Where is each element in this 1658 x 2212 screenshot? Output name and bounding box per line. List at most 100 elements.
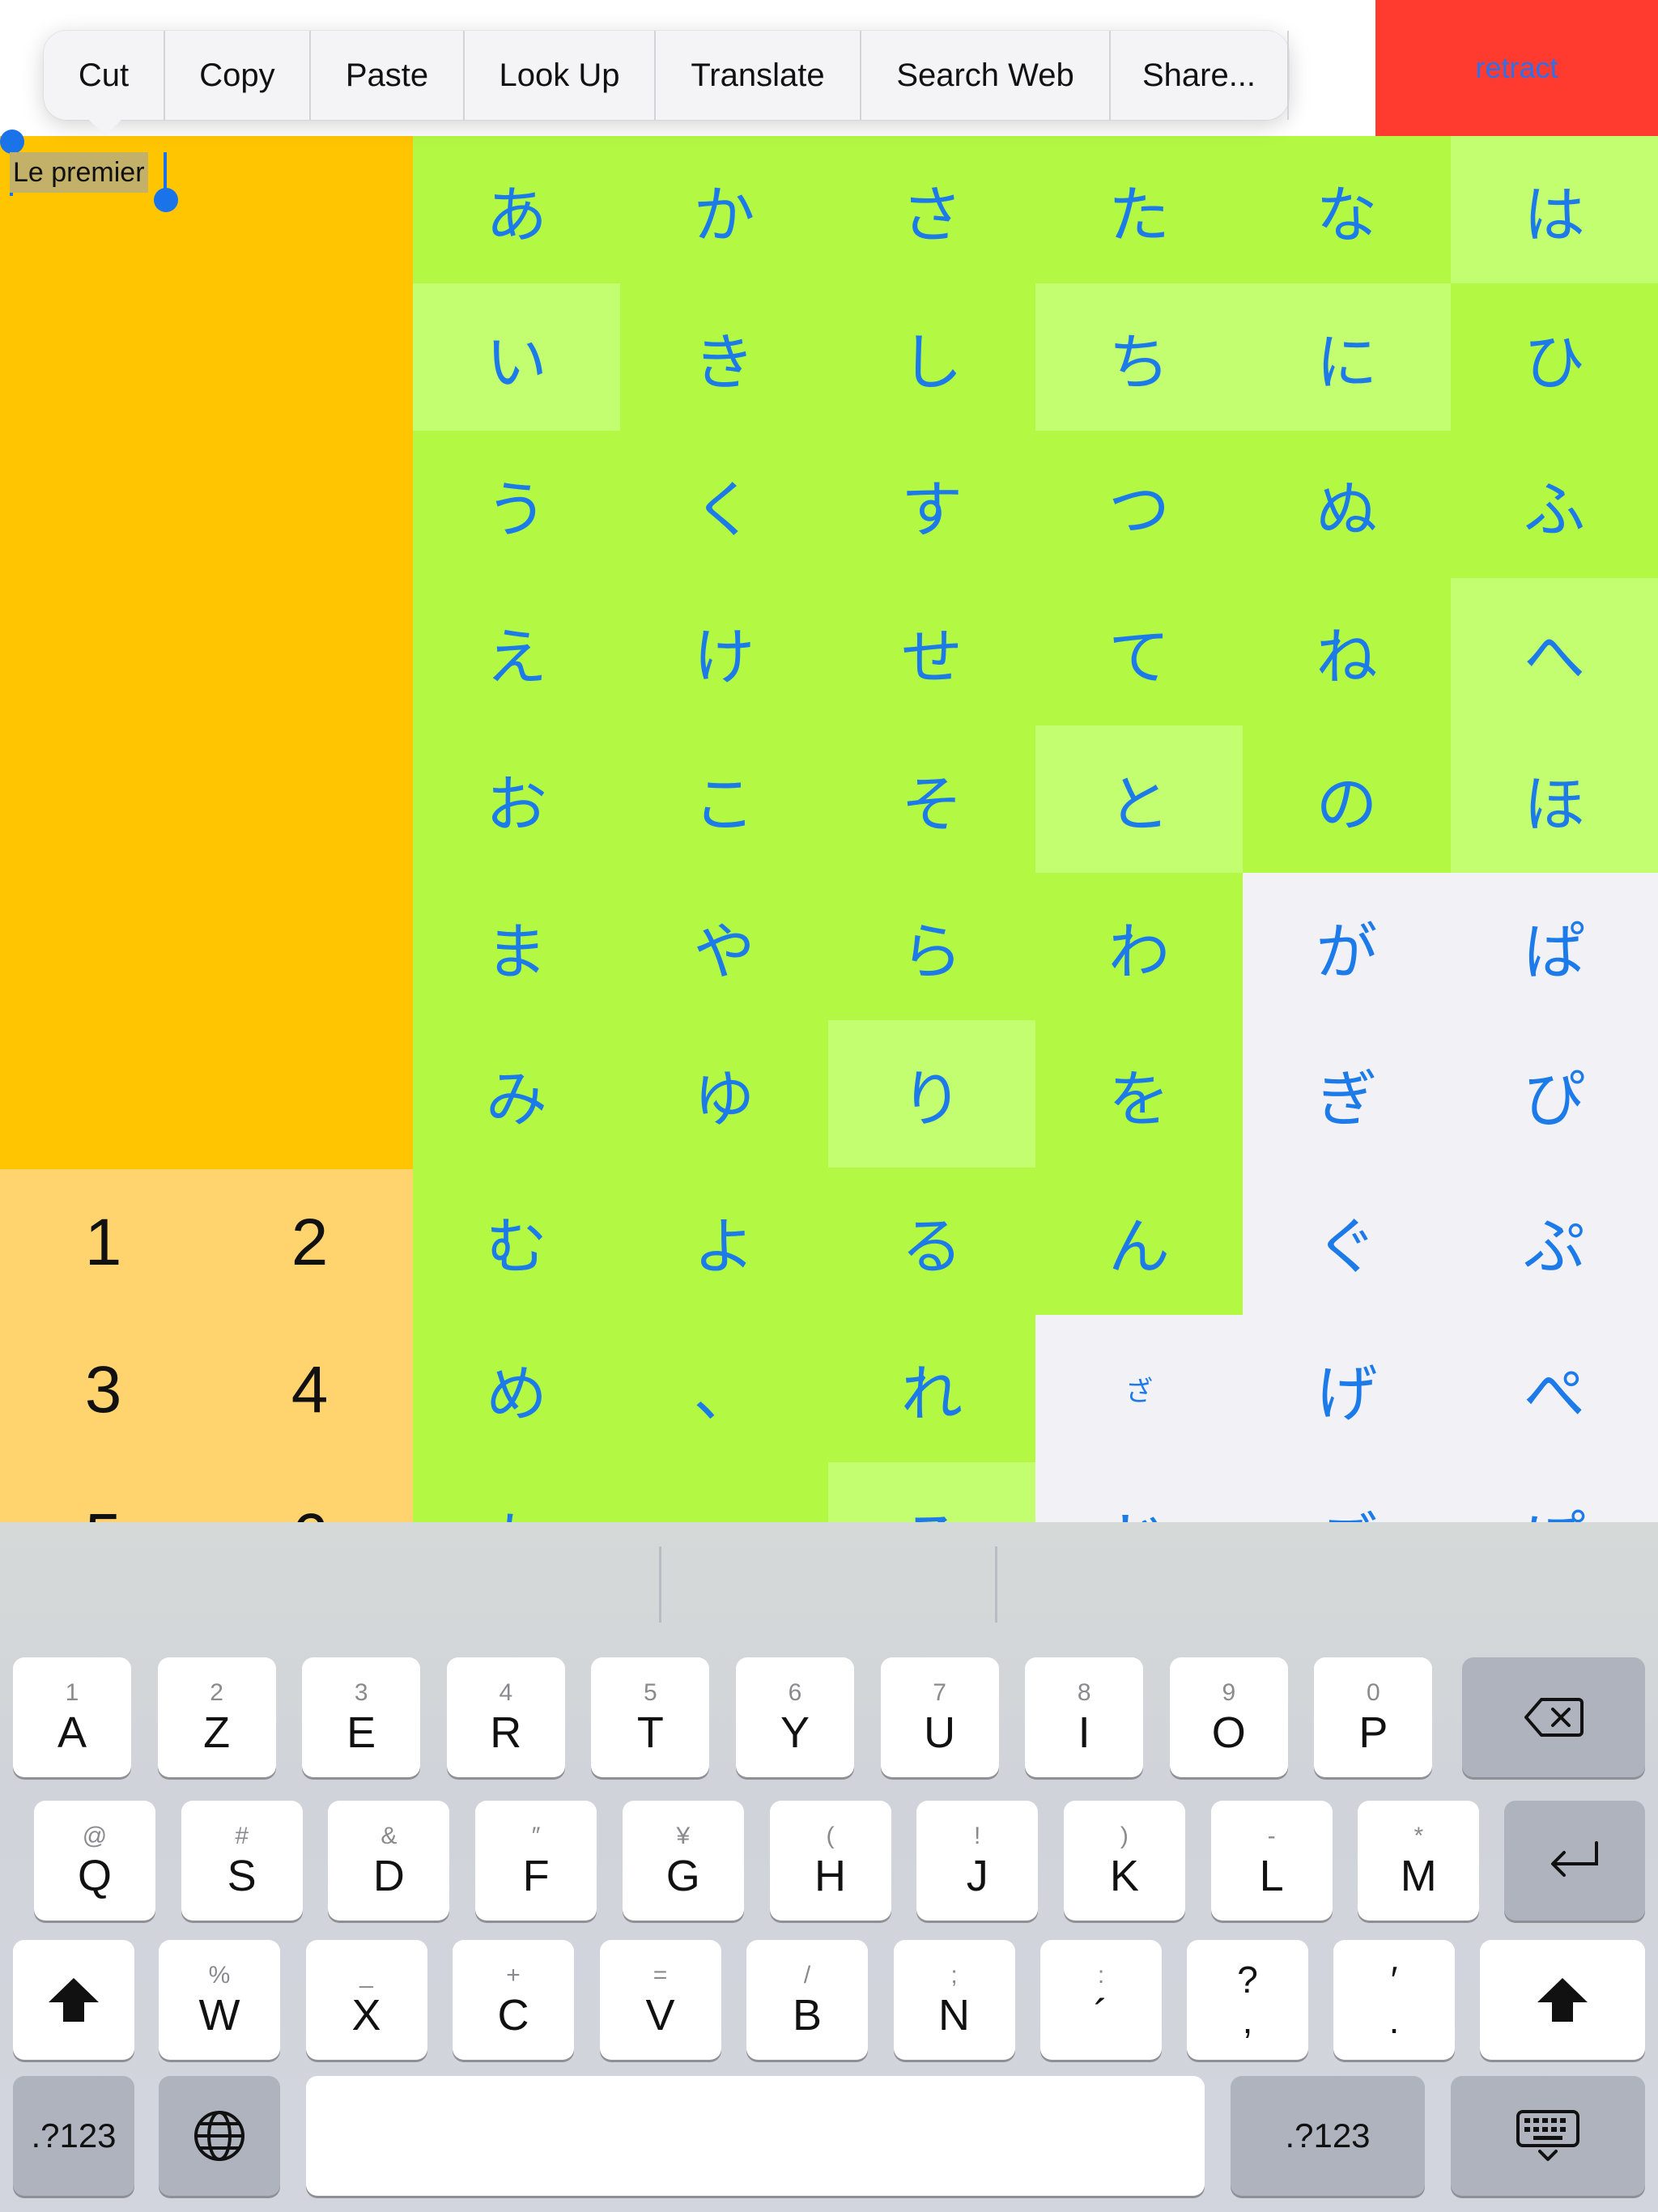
selected-text[interactable]: Le premier bbox=[10, 152, 148, 193]
kana-key[interactable]: ふ bbox=[1451, 431, 1658, 578]
kana-key[interactable]: が bbox=[1243, 873, 1451, 1020]
kana-key[interactable]: じ bbox=[1035, 1462, 1243, 1522]
letter-key[interactable]: 9O bbox=[1169, 1657, 1288, 1777]
kana-key[interactable]: の bbox=[1243, 725, 1451, 873]
kana-key[interactable]: ざ bbox=[1035, 1315, 1243, 1462]
kana-key[interactable]: さ bbox=[828, 136, 1035, 283]
kana-key[interactable]: み bbox=[413, 1020, 620, 1168]
kana-key[interactable]: ぱ bbox=[1451, 873, 1658, 1020]
kana-key[interactable]: た bbox=[1035, 136, 1243, 283]
letter-key[interactable]: 1A bbox=[13, 1657, 131, 1777]
kana-key[interactable]: ま bbox=[413, 873, 620, 1020]
kana-key[interactable]: す bbox=[828, 431, 1035, 578]
kana-key[interactable]: 。 bbox=[620, 1462, 828, 1522]
letter-key[interactable]: 6Y bbox=[736, 1657, 854, 1777]
kana-key[interactable]: ぬ bbox=[1243, 431, 1451, 578]
kana-key[interactable]: い bbox=[413, 283, 620, 431]
letter-key[interactable]: ) K bbox=[1063, 1801, 1185, 1921]
cut-menu-item[interactable]: Cut bbox=[44, 31, 165, 120]
letter-key[interactable]: -L bbox=[1210, 1801, 1333, 1921]
letter-key[interactable]: # S bbox=[181, 1801, 303, 1921]
kana-key[interactable]: わ bbox=[1035, 873, 1243, 1020]
translate-menu-item[interactable]: Translate bbox=[656, 31, 861, 120]
kana-key[interactable]: け bbox=[620, 578, 828, 725]
kana-key[interactable]: ぐ bbox=[1243, 1168, 1451, 1315]
apostrophe-period-key[interactable]: ′. bbox=[1333, 1940, 1455, 2060]
letter-key[interactable]: = V bbox=[599, 1940, 721, 2060]
kana-key[interactable]: げ bbox=[1243, 1315, 1451, 1462]
kana-key[interactable]: る bbox=[828, 1168, 1035, 1315]
letter-key[interactable]: 7U bbox=[880, 1657, 999, 1777]
kana-key[interactable]: ぺ bbox=[1451, 1315, 1658, 1462]
kana-key[interactable]: ひ bbox=[1451, 283, 1658, 431]
kana-key[interactable]: え bbox=[413, 578, 620, 725]
kana-key[interactable]: れ bbox=[828, 1315, 1035, 1462]
paste-menu-item[interactable]: Paste bbox=[311, 31, 465, 120]
kana-key[interactable]: 、 bbox=[620, 1315, 828, 1462]
kana-key[interactable]: き bbox=[620, 283, 828, 431]
return-key[interactable] bbox=[1504, 1801, 1645, 1921]
num-key-6[interactable]: 6 bbox=[206, 1464, 413, 1522]
letter-key[interactable]: 8I bbox=[1025, 1657, 1144, 1777]
numbers-key-right[interactable]: .?123 bbox=[1231, 2076, 1425, 2196]
kana-key[interactable]: よ bbox=[620, 1168, 828, 1315]
kana-key[interactable]: あ bbox=[413, 136, 620, 283]
kana-key[interactable]: ぴ bbox=[1451, 1020, 1658, 1168]
letter-key[interactable]: + C bbox=[453, 1940, 574, 2060]
space-bar[interactable] bbox=[306, 2076, 1205, 2196]
kana-key[interactable]: に bbox=[1243, 283, 1451, 431]
kana-key[interactable]: り bbox=[828, 1020, 1035, 1168]
numbers-key-left[interactable]: .?123 bbox=[13, 2076, 134, 2196]
kana-key[interactable]: は bbox=[1451, 136, 1658, 283]
search-web-menu-item[interactable]: Search Web bbox=[861, 31, 1111, 120]
kana-key[interactable]: し bbox=[828, 283, 1035, 431]
text-input-area[interactable]: Le premier bbox=[0, 130, 413, 1169]
kana-key[interactable]: う bbox=[413, 431, 620, 578]
kana-key[interactable]: を bbox=[1035, 1020, 1243, 1168]
kana-key[interactable]: つ bbox=[1035, 431, 1243, 578]
kana-key[interactable]: ゆ bbox=[620, 1020, 828, 1168]
kana-key[interactable]: く bbox=[620, 431, 828, 578]
kana-key[interactable]: て bbox=[1035, 578, 1243, 725]
letter-key[interactable]: : ´ bbox=[1040, 1940, 1162, 2060]
letter-key[interactable]: 5T bbox=[591, 1657, 710, 1777]
kana-key[interactable]: お bbox=[413, 725, 620, 873]
letter-key[interactable]: / B bbox=[746, 1940, 868, 2060]
letter-key[interactable]: ″ F bbox=[475, 1801, 597, 1921]
letter-key[interactable]: ; N bbox=[893, 1940, 1015, 2060]
delete-key[interactable] bbox=[1462, 1657, 1645, 1777]
letter-key[interactable]: 2Z bbox=[157, 1657, 276, 1777]
share-menu-item[interactable]: Share... bbox=[1111, 31, 1289, 120]
num-key-4[interactable]: 4 bbox=[206, 1317, 413, 1464]
copy-menu-item[interactable]: Copy bbox=[165, 31, 311, 120]
letter-key[interactable]: 3E bbox=[302, 1657, 421, 1777]
letter-key[interactable]: & D bbox=[328, 1801, 450, 1921]
letter-key[interactable]: @ Q bbox=[34, 1801, 155, 1921]
selection-end-handle[interactable] bbox=[154, 188, 178, 212]
kana-key[interactable]: ら bbox=[828, 873, 1035, 1020]
kana-key[interactable]: そ bbox=[828, 725, 1035, 873]
letter-key[interactable]: ¥ G bbox=[622, 1801, 744, 1921]
kana-key[interactable]: せ bbox=[828, 578, 1035, 725]
retract-button[interactable]: retract bbox=[1375, 0, 1658, 136]
letter-key[interactable]: _ X bbox=[305, 1940, 427, 2060]
letter-key[interactable]: (H bbox=[769, 1801, 891, 1921]
kana-key[interactable]: と bbox=[1035, 725, 1243, 873]
kana-key[interactable]: ご bbox=[1243, 1462, 1451, 1522]
kana-key[interactable]: や bbox=[620, 873, 828, 1020]
dismiss-keyboard-key[interactable] bbox=[1451, 2076, 1645, 2196]
kana-key[interactable]: ほ bbox=[1451, 725, 1658, 873]
kana-key[interactable]: め bbox=[413, 1315, 620, 1462]
kana-key[interactable]: ぷ bbox=[1451, 1168, 1658, 1315]
num-key-5[interactable]: 5 bbox=[0, 1464, 206, 1522]
look-up-menu-item[interactable]: Look Up bbox=[465, 31, 656, 120]
kana-key[interactable]: か bbox=[620, 136, 828, 283]
kana-key[interactable]: ぎ bbox=[1243, 1020, 1451, 1168]
num-key-1[interactable]: 1 bbox=[0, 1169, 206, 1317]
letter-key[interactable]: % W bbox=[159, 1940, 280, 2060]
letter-key[interactable]: 0P bbox=[1314, 1657, 1433, 1777]
kana-key[interactable]: へ bbox=[1451, 578, 1658, 725]
shift-key-right[interactable] bbox=[1480, 1940, 1645, 2060]
question-comma-key[interactable]: ?, bbox=[1187, 1940, 1308, 2060]
letter-key[interactable]: 4R bbox=[446, 1657, 565, 1777]
